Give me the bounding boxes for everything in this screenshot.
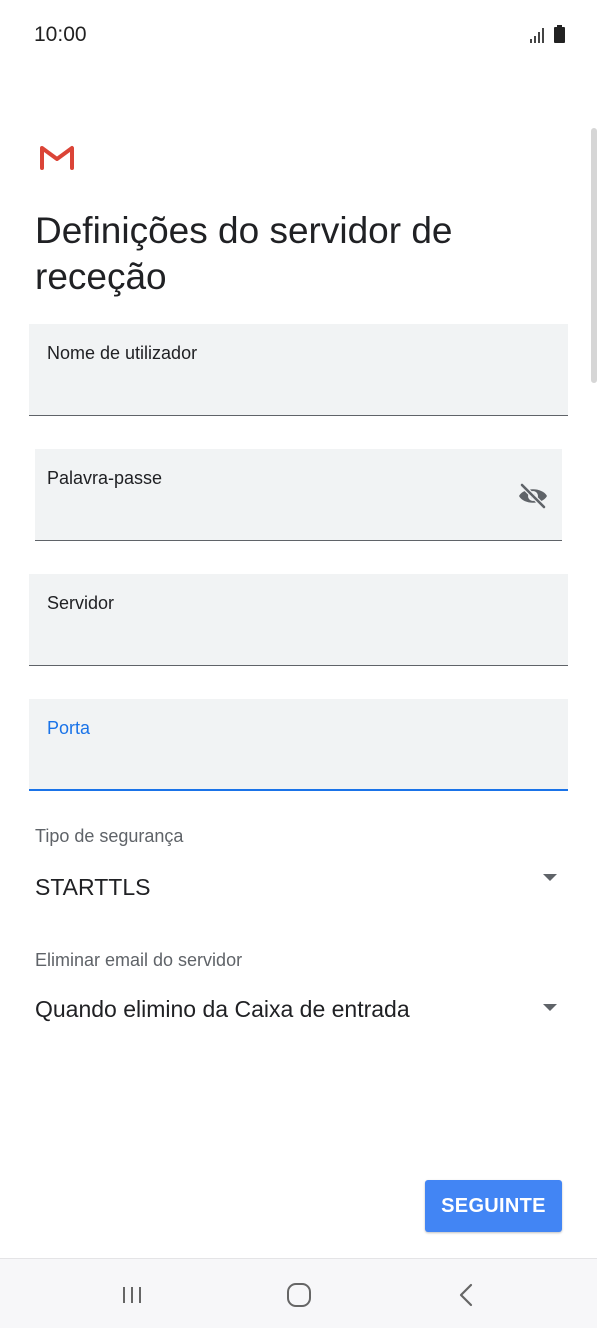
back-icon[interactable] <box>446 1279 486 1311</box>
security-type-label: Tipo de segurança <box>35 826 184 846</box>
navigation-bar <box>0 1258 597 1328</box>
password-label: Palavra-passe <box>47 468 163 488</box>
screen: 10:00 Definições do servidor de receção … <box>0 0 597 1328</box>
delete-from-server-value: Quando elimino da Caixa de entrada <box>35 996 410 1022</box>
username-label: Nome de utilizador <box>47 343 198 363</box>
page-title: Definições do servidor de receção <box>35 210 453 297</box>
username-input[interactable] <box>47 373 508 405</box>
scrollbar[interactable] <box>591 128 597 383</box>
port-field[interactable]: Porta <box>29 699 568 791</box>
visibility-off-icon[interactable] <box>516 479 550 513</box>
password-field[interactable]: Palavra-passe <box>35 449 562 541</box>
port-label: Porta <box>47 718 91 738</box>
status-time: 10:00 <box>34 23 87 46</box>
status-icons <box>530 25 565 43</box>
status-bar: 10:00 <box>0 0 597 70</box>
recent-apps-icon[interactable] <box>112 1279 152 1311</box>
delete-from-server-select[interactable]: Eliminar email do servidor Quando elimin… <box>35 950 557 1030</box>
delete-from-server-label: Eliminar email do servidor <box>35 950 243 970</box>
server-label: Servidor <box>47 593 115 613</box>
chevron-down-icon <box>543 874 557 881</box>
port-input[interactable] <box>47 747 508 779</box>
battery-icon <box>554 25 565 43</box>
security-type-select[interactable]: Tipo de segurança STARTTLS <box>35 826 557 906</box>
chevron-down-icon <box>543 1004 557 1011</box>
password-input[interactable] <box>47 498 502 530</box>
home-icon[interactable] <box>279 1279 319 1311</box>
signal-icon <box>530 28 544 43</box>
username-field[interactable]: Nome de utilizador <box>29 324 568 416</box>
next-button[interactable]: SEGUINTE <box>425 1180 562 1232</box>
server-input[interactable] <box>47 623 508 655</box>
gmail-logo-icon <box>40 146 74 170</box>
security-type-value: STARTTLS <box>35 874 151 900</box>
server-field[interactable]: Servidor <box>29 574 568 666</box>
